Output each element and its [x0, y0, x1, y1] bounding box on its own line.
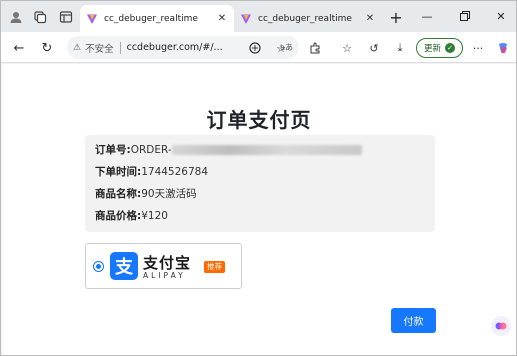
- alipay-radio[interactable]: [93, 261, 104, 272]
- order-time-row: 下单时间: 1744526784: [95, 165, 425, 187]
- redacted-order-number: [171, 145, 362, 155]
- browser-toolbar: ← ↻ ⚠ 不安全 ccdebuger.com/#/... aあ ☆ ☆ ↺ ⤓…: [1, 32, 516, 63]
- product-name-label: 商品名称:: [95, 188, 142, 200]
- pay-button[interactable]: 付款: [391, 308, 436, 333]
- price-value: ¥120: [141, 210, 168, 222]
- back-icon[interactable]: ←: [9, 38, 29, 58]
- workspaces-icon[interactable]: [30, 7, 50, 27]
- profile-icon[interactable]: [6, 7, 26, 27]
- order-info-box: 订单号: ORDER- 下单时间: 1744526784 商品名称: 90天激活…: [85, 135, 435, 232]
- product-name-value: 90天激活码: [141, 188, 197, 200]
- minimize-icon[interactable]: —: [415, 7, 439, 25]
- more-menu-icon[interactable]: ···: [468, 38, 488, 58]
- recommended-badge: 推荐: [204, 261, 225, 273]
- tab-strip: cc_debuger_realtime ✕ cc_debuger_realtim…: [1, 1, 516, 32]
- tab-title: cc_debuger_realtime: [258, 13, 352, 24]
- update-button[interactable]: 更新 ✓: [416, 38, 463, 58]
- price-label: 商品价格:: [95, 210, 142, 222]
- tab-actions-icon[interactable]: [56, 7, 76, 27]
- vite-favicon-icon: [241, 14, 251, 24]
- tab-close-icon[interactable]: ✕: [216, 13, 228, 24]
- tab-title: cc_debuger_realtime: [104, 13, 198, 24]
- new-tab-button[interactable]: +: [386, 7, 406, 27]
- favorites-icon[interactable]: ☆: [337, 38, 357, 58]
- price-row: 商品价格: ¥120: [95, 209, 425, 231]
- order-time-label: 下单时间:: [95, 166, 142, 178]
- order-number-label: 订单号:: [95, 144, 131, 156]
- page-title: 订单支付页: [206, 108, 312, 132]
- copilot-floating-icon[interactable]: [491, 316, 511, 336]
- alipay-logo-icon: 支: [110, 252, 138, 280]
- page-content: 订单支付页 订单号: ORDER- 下单时间: 1744526784 商品名称:…: [2, 64, 516, 355]
- alipay-option[interactable]: 支 支付宝 ALIPAY 推荐: [85, 243, 242, 289]
- favorite-star-icon[interactable]: ☆: [271, 38, 291, 58]
- reload-icon[interactable]: ↻: [37, 38, 57, 58]
- restore-icon[interactable]: [453, 7, 477, 25]
- alipay-name-en: ALIPAY: [143, 271, 186, 280]
- tab-close-icon[interactable]: ✕: [364, 13, 376, 24]
- browser-window: cc_debuger_realtime ✕ cc_debuger_realtim…: [0, 0, 517, 356]
- alipay-name: 支付宝: [143, 254, 192, 272]
- downloads-icon[interactable]: ⤓: [390, 38, 410, 58]
- copilot-toolbar-icon[interactable]: [493, 38, 513, 58]
- order-time-value: 1744526784: [141, 166, 209, 178]
- update-dot-icon: ✓: [445, 43, 455, 53]
- translate-icon[interactable]: [245, 38, 265, 58]
- insecure-label[interactable]: 不安全: [85, 41, 114, 55]
- address-separator: [119, 41, 121, 54]
- order-number-row: 订单号: ORDER-: [95, 143, 425, 165]
- history-icon[interactable]: ↺: [364, 38, 384, 58]
- vite-favicon-icon: [87, 14, 97, 24]
- tab-active[interactable]: cc_debuger_realtime ✕: [80, 5, 234, 32]
- product-name-row: 商品名称: 90天激活码: [95, 187, 425, 209]
- close-window-icon[interactable]: ✕: [489, 7, 513, 25]
- warning-icon[interactable]: ⚠: [73, 43, 81, 53]
- tab-inactive[interactable]: cc_debuger_realtime ✕: [234, 5, 382, 32]
- order-number-value: ORDER-: [130, 144, 172, 156]
- update-label: 更新: [423, 44, 441, 54]
- extensions-icon[interactable]: [305, 38, 325, 58]
